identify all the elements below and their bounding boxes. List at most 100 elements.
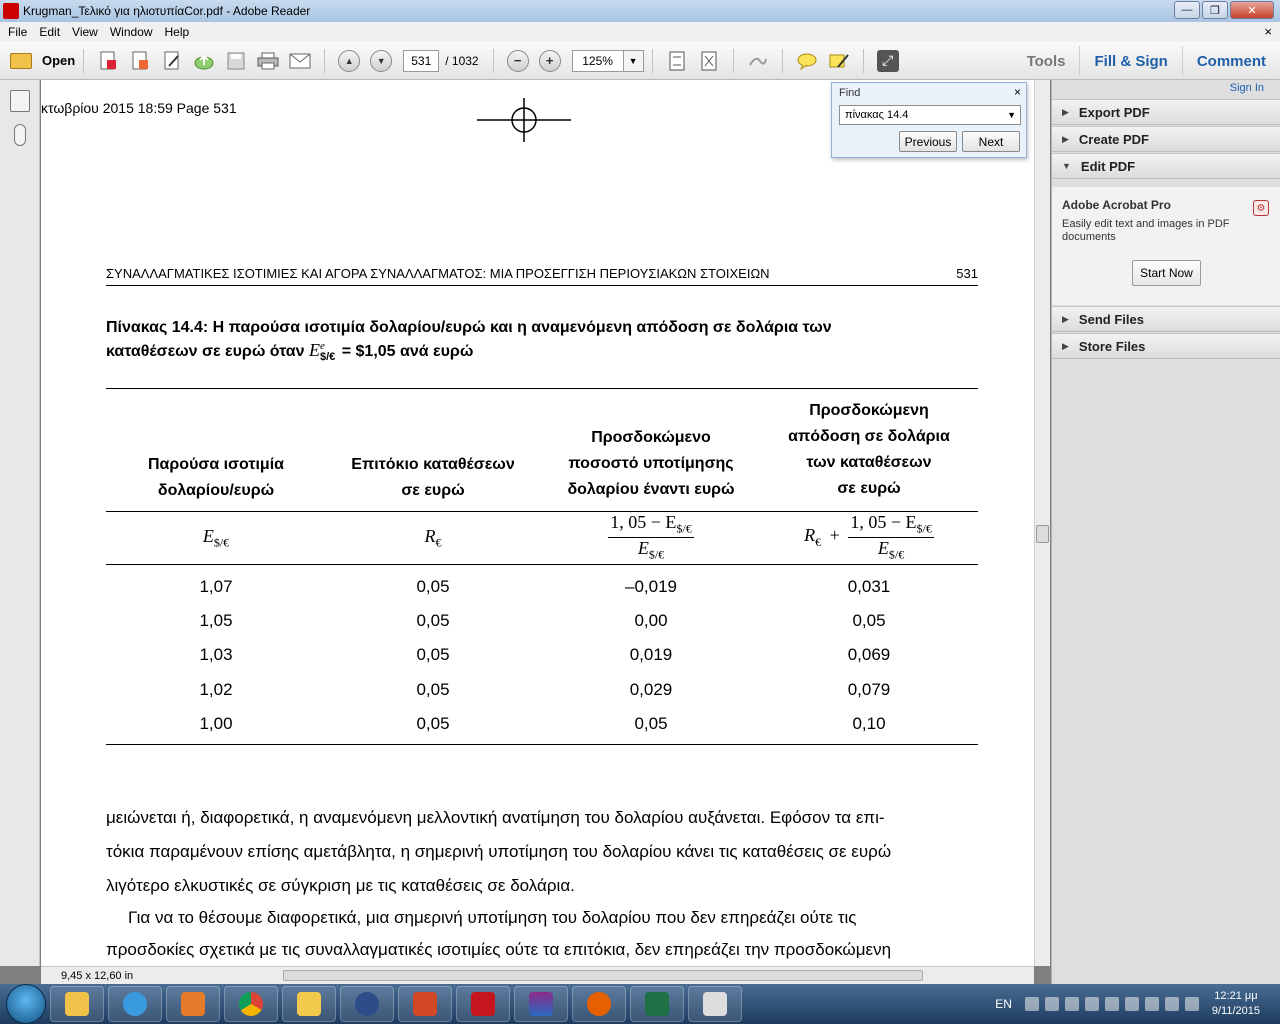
fit-page-icon[interactable]	[666, 50, 688, 72]
chevron-right-icon: ▶	[1062, 133, 1069, 144]
open-button[interactable]: Open	[10, 52, 75, 69]
taskbar-explorer[interactable]	[50, 986, 104, 1022]
taskbar-chrome[interactable]	[224, 986, 278, 1022]
send-files-section[interactable]: ▶ Send Files	[1052, 306, 1280, 332]
network-icon[interactable]	[1164, 997, 1179, 1011]
vertical-scrollbar[interactable]	[1034, 80, 1050, 966]
taskbar-internet-explorer[interactable]	[108, 986, 162, 1022]
restore-button[interactable]: ❐	[1202, 1, 1228, 19]
tray-icon[interactable]	[1064, 997, 1079, 1011]
find-input[interactable]: πίνακας 14.4 ▼	[839, 105, 1021, 125]
edit-pdf-section[interactable]: ▼ Edit PDF	[1052, 153, 1280, 179]
taskbar-firefox[interactable]	[572, 986, 626, 1022]
tray-icon[interactable]	[1144, 997, 1159, 1011]
header-line: δολαρίου έναντι ευρώ	[567, 481, 735, 498]
find-close-button[interactable]: ×	[1014, 85, 1021, 99]
edit-pdf-icon[interactable]	[161, 50, 183, 72]
taskbar-adobe-reader[interactable]	[456, 986, 510, 1022]
formula-depreciation: 1, 05 − E$/€ E$/€	[571, 512, 731, 562]
create-pdf-section[interactable]: ▶ Create PDF	[1052, 126, 1280, 152]
body-text-line: μειώνεται ή, διαφορετικά, η αναμενόμενη …	[106, 808, 885, 827]
tools-pane: Sign In ▶ Export PDF ▶ Create PDF ▼ Edit…	[1051, 80, 1280, 984]
page-thumbnails-icon[interactable]	[10, 90, 30, 112]
toolbar-divider	[862, 48, 864, 73]
next-page-button[interactable]: ▼	[370, 49, 393, 72]
tab-comment[interactable]: Comment	[1181, 46, 1280, 76]
sticky-note-icon[interactable]	[796, 50, 818, 72]
taskbar-powerpoint[interactable]	[398, 986, 452, 1022]
tab-tools[interactable]: Tools	[1013, 46, 1080, 76]
start-button[interactable]	[6, 984, 46, 1024]
chevron-down-icon: ▼	[1062, 161, 1071, 171]
menu-window[interactable]: Window	[104, 25, 159, 39]
language-indicator[interactable]: EN	[995, 997, 1012, 1011]
highlight-text-icon[interactable]	[828, 50, 850, 72]
print-icon[interactable]	[257, 50, 279, 72]
menu-bar: File Edit View Window Help ×	[0, 22, 1280, 42]
close-document-button[interactable]: ×	[1264, 24, 1272, 39]
export-pdf-icon[interactable]	[129, 50, 151, 72]
caption-subscript: $/€	[319, 350, 336, 363]
scrollbar-thumb[interactable]	[1036, 525, 1049, 543]
taskbar-app[interactable]	[340, 986, 394, 1022]
volume-icon[interactable]	[1184, 997, 1199, 1011]
taskbar-excel[interactable]	[630, 986, 684, 1022]
zoom-dropdown-icon[interactable]: ▼	[623, 49, 644, 72]
table-bottom-rule	[106, 744, 978, 745]
export-pdf-section[interactable]: ▶ Export PDF	[1052, 99, 1280, 125]
zoom-out-button[interactable]: −	[506, 49, 529, 72]
table-cell: 0,00	[634, 611, 668, 630]
firefox-icon	[587, 992, 611, 1016]
find-previous-button[interactable]: Previous	[899, 131, 957, 152]
taskbar-outlook[interactable]	[282, 986, 336, 1022]
page-number-input[interactable]: 531	[403, 49, 440, 72]
table-cell: 0,05	[852, 611, 886, 630]
taskbar-window[interactable]	[688, 986, 742, 1022]
upload-icon[interactable]	[193, 50, 215, 72]
table-cell: 0,10	[852, 714, 886, 733]
fullscreen-icon[interactable]	[698, 50, 720, 72]
header-line: δολαρίου/ευρώ	[157, 482, 275, 499]
create-pdf-icon[interactable]	[97, 50, 119, 72]
menu-view[interactable]: View	[66, 25, 104, 39]
minimize-button[interactable]: —	[1174, 1, 1200, 19]
table-top-rule	[106, 388, 978, 389]
attachments-icon[interactable]	[14, 124, 26, 146]
menu-file[interactable]: File	[2, 25, 33, 39]
save-icon[interactable]	[225, 50, 247, 72]
menu-help[interactable]: Help	[159, 25, 196, 39]
chevron-down-icon[interactable]: ▼	[1007, 110, 1016, 120]
tab-fill-sign[interactable]: Fill & Sign	[1079, 46, 1181, 76]
sign-in-link[interactable]: Sign In	[1230, 82, 1264, 94]
taskbar-media-player[interactable]	[166, 986, 220, 1022]
clock[interactable]: 12:21 μμ 9/11/2015	[1212, 989, 1260, 1019]
taskbar-winrar[interactable]	[514, 986, 568, 1022]
tray-icon[interactable]	[1024, 997, 1039, 1011]
column-header: Προσδοκώμενο ποσοστό υποτίμησης δολαρίου…	[541, 425, 761, 503]
menu-edit[interactable]: Edit	[33, 25, 66, 39]
horizontal-scrollbar[interactable]	[283, 970, 923, 981]
table-cell: 0,031	[847, 577, 891, 596]
email-icon[interactable]	[289, 50, 311, 72]
table-cell: 1,05	[199, 611, 233, 630]
zoom-in-button[interactable]: +	[538, 49, 561, 72]
tray-icon[interactable]	[1044, 997, 1059, 1011]
start-now-button[interactable]: Start Now	[1132, 260, 1201, 286]
formula-subscript: €	[815, 534, 822, 549]
expand-icon[interactable]: ⤢	[876, 49, 899, 72]
table-cell: 0,05	[416, 714, 450, 733]
store-files-section[interactable]: ▶ Store Files	[1052, 333, 1280, 359]
acrobat-pro-description: Easily edit text and images in PDF docum…	[1062, 218, 1230, 243]
previous-page-button[interactable]: ▲	[338, 49, 361, 72]
formula-symbol: R	[424, 526, 436, 546]
find-next-button[interactable]: Next	[962, 131, 1020, 152]
close-button[interactable]: ✕	[1230, 1, 1274, 19]
caption-line-1: Πίνακας 14.4: Η παρούσα ισοτιμία δολαρίο…	[106, 319, 832, 336]
winrar-icon	[529, 992, 553, 1016]
tray-icon[interactable]	[1124, 997, 1139, 1011]
tray-icon[interactable]	[1084, 997, 1099, 1011]
tray-icon[interactable]	[1104, 997, 1119, 1011]
sign-icon[interactable]	[747, 50, 769, 72]
zoom-level-input[interactable]: 125%	[571, 49, 624, 72]
system-tray: EN 12:21 μμ 9/11/2015	[995, 984, 1280, 1024]
